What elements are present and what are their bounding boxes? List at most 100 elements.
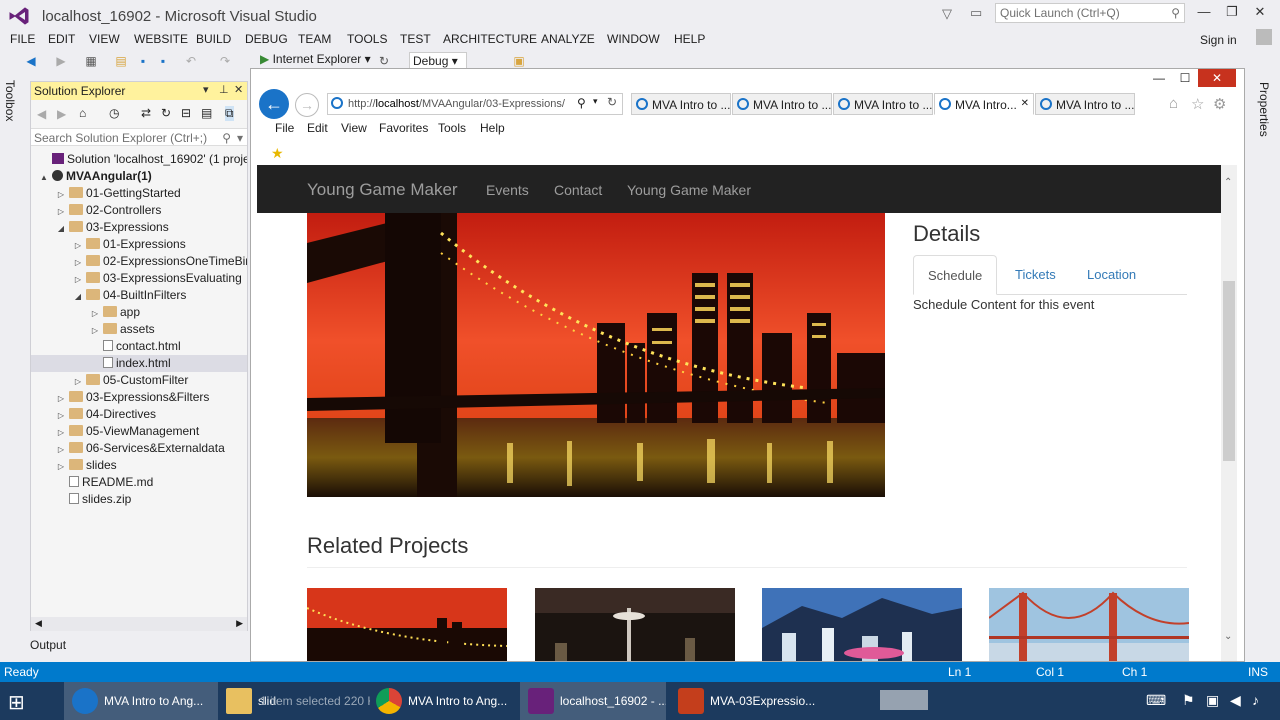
add-favorite-star-icon[interactable]: ★ bbox=[271, 145, 284, 162]
nav-link-contact[interactable]: Contact bbox=[554, 182, 602, 198]
ie-menu-file[interactable]: File bbox=[275, 121, 294, 135]
menu-file[interactable]: FILE bbox=[10, 32, 35, 46]
keyboard-icon[interactable]: ⌨ bbox=[1146, 692, 1166, 709]
refresh-icon[interactable]: ↻ bbox=[377, 54, 391, 68]
tree-item[interactable]: ▷ 04-Directives bbox=[31, 406, 247, 423]
tree-item[interactable]: ▷ 01-GettingStarted bbox=[31, 185, 247, 202]
configuration-select[interactable]: Debug ▾ bbox=[409, 52, 467, 69]
nav-link-events[interactable]: Events bbox=[486, 182, 529, 198]
ie-tab[interactable]: MVA Intro... ✕ bbox=[934, 93, 1034, 115]
expand-icon[interactable]: ▷ bbox=[73, 254, 83, 270]
restore-button[interactable]: ❐ bbox=[1220, 4, 1244, 24]
save-icon[interactable]: ▪ bbox=[136, 54, 150, 68]
output-tab[interactable]: Output bbox=[30, 638, 66, 652]
taskbar-item-ie[interactable]: MVA Intro to Ang... bbox=[64, 682, 218, 720]
ie-menu-view[interactable]: View bbox=[341, 121, 367, 135]
quick-launch-input[interactable]: Quick Launch (Ctrl+Q) ⚲ bbox=[995, 3, 1185, 23]
tree-item[interactable]: ▷ 02-Controllers bbox=[31, 202, 247, 219]
site-brand[interactable]: Young Game Maker bbox=[307, 180, 458, 200]
scroll-right-icon[interactable]: ▶ bbox=[236, 618, 243, 629]
preview-icon[interactable]: ⧉ bbox=[225, 106, 234, 121]
tree-item[interactable]: ▷ slides bbox=[31, 457, 247, 474]
tree-item[interactable]: ◢ 04-BuiltInFilters bbox=[31, 287, 247, 304]
ie-tab[interactable]: MVA Intro to ... bbox=[631, 93, 731, 115]
menu-tools[interactable]: TOOLS bbox=[347, 32, 387, 46]
nav-link-young-game-maker[interactable]: Young Game Maker bbox=[627, 182, 751, 198]
ie-tab[interactable]: MVA Intro to ... bbox=[1035, 93, 1135, 115]
tree-item[interactable]: ▷ assets bbox=[31, 321, 247, 338]
tab-schedule[interactable]: Schedule bbox=[913, 255, 998, 295]
chevron-down-icon[interactable]: ▾ bbox=[593, 96, 598, 107]
menu-test[interactable]: TEST bbox=[400, 32, 431, 46]
expand-icon[interactable]: ▷ bbox=[56, 441, 66, 457]
scrollbar-thumb[interactable] bbox=[1223, 281, 1235, 461]
tree-item[interactable]: ▷ 05-CustomFilter bbox=[31, 372, 247, 389]
tree-item[interactable]: ▷ 05-ViewManagement bbox=[31, 423, 247, 440]
close-button[interactable]: ✕ bbox=[1248, 4, 1272, 24]
tree-item[interactable]: ▷ 03-Expressions&Filters bbox=[31, 389, 247, 406]
ie-menu-edit[interactable]: Edit bbox=[307, 121, 328, 135]
tree-item[interactable]: contact.html bbox=[31, 338, 247, 355]
open-icon[interactable]: ▤ bbox=[114, 54, 128, 68]
pin-icon[interactable]: ⊥ bbox=[219, 83, 229, 96]
tree-item[interactable]: index.html bbox=[31, 355, 247, 372]
menu-analyze[interactable]: ANALYZE bbox=[541, 32, 595, 46]
tree-item[interactable]: ▷ 06-Services&Externaldata bbox=[31, 440, 247, 457]
home-icon[interactable]: ⌂ bbox=[1169, 95, 1178, 112]
tab-tickets[interactable]: Tickets bbox=[1001, 255, 1070, 295]
expand-icon[interactable]: ▷ bbox=[90, 322, 100, 338]
page-scrollbar[interactable]: ⌃ ⌄ bbox=[1221, 165, 1237, 661]
taskbar-item-visual-studio[interactable]: localhost_16902 - ... bbox=[520, 682, 666, 720]
collapse-icon[interactable]: ▲ bbox=[39, 169, 49, 185]
ie-close-button[interactable]: ✕ bbox=[1198, 69, 1236, 87]
menu-view[interactable]: VIEW bbox=[89, 32, 120, 46]
ie-back-button[interactable]: ← bbox=[259, 89, 289, 119]
tree-item[interactable]: ▷ 01-Expressions bbox=[31, 236, 247, 253]
related-project-thumbnail[interactable] bbox=[535, 588, 735, 661]
toolbox-tab[interactable]: Toolbox bbox=[3, 80, 17, 121]
ie-forward-button[interactable]: → bbox=[295, 93, 319, 117]
menu-team[interactable]: TEAM bbox=[298, 32, 331, 46]
redo-icon[interactable]: ↷ bbox=[218, 54, 232, 68]
expand-icon[interactable]: ▷ bbox=[56, 186, 66, 202]
scroll-left-icon[interactable]: ◀ bbox=[35, 618, 42, 629]
home-icon[interactable]: ⌂ bbox=[79, 106, 86, 120]
menu-edit[interactable]: EDIT bbox=[48, 32, 75, 46]
ie-maximize-button[interactable]: ☐ bbox=[1170, 69, 1200, 87]
new-project-icon[interactable]: ▦ bbox=[84, 54, 98, 68]
refresh-icon[interactable]: ↻ bbox=[607, 95, 617, 109]
tree-item[interactable]: ▷ app bbox=[31, 304, 247, 321]
menu-window[interactable]: WINDOW bbox=[607, 32, 660, 46]
collapse-icon[interactable]: ◢ bbox=[56, 220, 66, 236]
expand-icon[interactable]: ▷ bbox=[56, 390, 66, 406]
dropdown-icon[interactable]: ▾ bbox=[203, 83, 209, 96]
ie-tab[interactable]: MVA Intro to ... bbox=[833, 93, 933, 115]
ie-menu-help[interactable]: Help bbox=[480, 121, 505, 135]
back-icon[interactable]: ◀ bbox=[37, 107, 46, 121]
switch-views-icon[interactable]: ⇄ bbox=[141, 106, 151, 120]
expand-icon[interactable]: ▷ bbox=[73, 373, 83, 389]
tree-item[interactable]: Solution 'localhost_16902' (1 project) bbox=[31, 151, 247, 168]
collapse-all-icon[interactable]: ⊟ bbox=[181, 106, 191, 120]
chevron-down-icon[interactable]: ▾ bbox=[237, 131, 243, 145]
gear-icon[interactable]: ⚙ bbox=[1213, 95, 1226, 113]
filter-icon[interactable]: ▽ bbox=[942, 6, 952, 22]
menu-help[interactable]: HELP bbox=[674, 32, 705, 46]
speaker-icon[interactable]: ♪ bbox=[1252, 692, 1259, 708]
tree-item[interactable]: ▲ MVAAngular(1) bbox=[31, 168, 247, 185]
flag-icon[interactable]: ⚑ bbox=[1182, 692, 1195, 709]
expand-icon[interactable]: ▷ bbox=[90, 305, 100, 321]
expand-icon[interactable]: ▷ bbox=[73, 237, 83, 253]
save-all-icon[interactable]: ▪ bbox=[156, 54, 170, 68]
taskbar-item-chrome[interactable]: MVA Intro to Ang... bbox=[368, 682, 516, 720]
expand-icon[interactable]: ▷ bbox=[56, 424, 66, 440]
expand-icon[interactable]: ▷ bbox=[73, 271, 83, 287]
tree-item[interactable]: slides.zip bbox=[31, 491, 247, 508]
refresh-icon[interactable]: ↻ bbox=[161, 106, 171, 120]
sign-in-link[interactable]: Sign in bbox=[1200, 33, 1237, 47]
taskbar-item-powerpoint[interactable]: MVA-03Expressio... bbox=[670, 682, 816, 720]
forward-icon[interactable]: ▶ bbox=[54, 54, 68, 68]
windows-start-icon[interactable]: ⊞ bbox=[8, 690, 36, 714]
taskbar-thumbnail[interactable] bbox=[880, 690, 928, 710]
tab-location[interactable]: Location bbox=[1073, 255, 1150, 295]
